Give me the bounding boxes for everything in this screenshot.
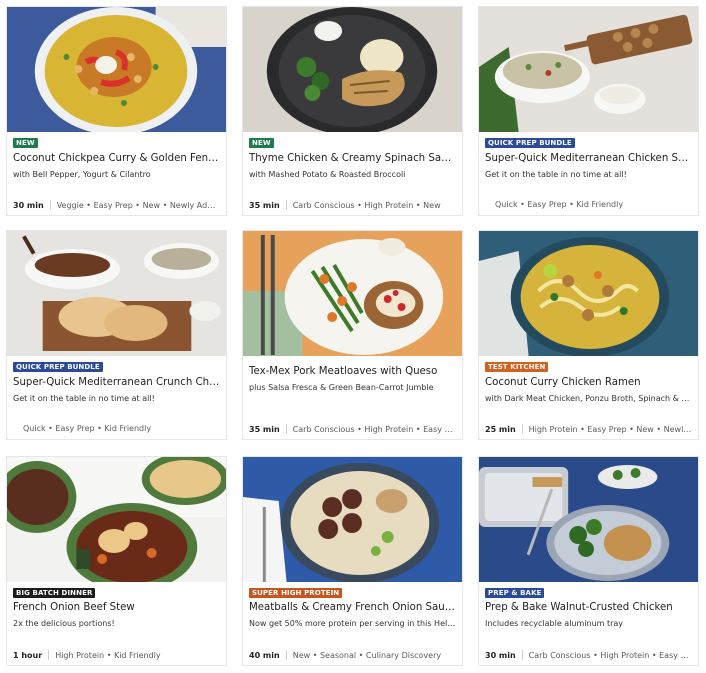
recipe-image-ramen-bowl[interactable]	[479, 231, 698, 356]
recipe-card[interactable]: NEW Coconut Chickpea Curry & Golden Fenu…	[6, 6, 227, 216]
meta-divider	[521, 424, 523, 434]
recipe-tags: Quick • Easy Prep • Kid Friendly	[495, 200, 624, 209]
recipe-badge: TEST KITCHEN	[485, 362, 549, 372]
recipe-tags: High Protein • Easy Prep • New • Newly A…	[528, 424, 692, 434]
recipe-badge: QUICK PREP BUNDLE	[13, 362, 103, 372]
recipe-image-meatball-bowl[interactable]	[243, 457, 462, 582]
recipe-meta: Quick • Easy Prep • Kid Friendly	[485, 200, 692, 209]
recipe-time: 35 min	[249, 200, 280, 210]
recipe-card[interactable]: QUICK PREP BUNDLE Super-Quick Mediterran…	[6, 230, 227, 440]
recipe-meta: 35 min Carb Conscious • High Protein • N…	[249, 200, 456, 210]
recipe-meta: 35 min Carb Conscious • High Protein • E…	[249, 424, 456, 434]
recipe-meta: 1 hour High Protein • Kid Friendly	[13, 650, 220, 660]
recipe-time: 35 min	[249, 424, 280, 434]
recipe-card[interactable]: SUPER HIGH PROTEIN Meatballs & Creamy Fr…	[242, 456, 463, 666]
recipe-image-salad-board[interactable]	[479, 7, 698, 132]
meta-divider	[521, 650, 523, 660]
recipe-tags: Carb Conscious • High Protein • Easy Pre…	[292, 424, 456, 434]
recipe-card[interactable]: TEST KITCHEN Coconut Curry Chicken Ramen…	[478, 230, 699, 440]
meta-divider	[285, 200, 287, 210]
recipe-card[interactable]: NEW Thyme Chicken & Creamy Spinach Sauce…	[242, 6, 463, 216]
recipe-badge: QUICK PREP BUNDLE	[485, 138, 575, 148]
recipe-subtitle: with Bell Pepper, Yogurt & Cilantro	[13, 170, 151, 179]
recipe-badge: SUPER HIGH PROTEIN	[249, 588, 343, 598]
recipe-image-curry-bowl[interactable]	[7, 7, 226, 132]
recipe-image-stew-pot[interactable]	[7, 457, 226, 582]
recipe-image-chicken-plate[interactable]	[243, 7, 462, 132]
recipe-title[interactable]: Super-Quick Mediterranean Chicken Salad	[485, 153, 692, 164]
recipe-card[interactable]: QUICK PREP BUNDLE Super-Quick Mediterran…	[478, 6, 699, 216]
recipe-title[interactable]: Coconut Chickpea Curry & Golden Fenugree…	[13, 153, 220, 164]
meta-divider	[285, 424, 287, 434]
recipe-time: 40 min	[249, 650, 280, 660]
recipe-image-pita-board[interactable]	[7, 231, 226, 356]
recipe-title[interactable]: Thyme Chicken & Creamy Spinach Sauce	[249, 153, 456, 164]
recipe-time: 30 min	[485, 650, 516, 660]
recipe-subtitle: plus Salsa Fresca & Green Bean-Carrot Ju…	[249, 383, 434, 392]
recipe-tags: Carb Conscious • High Protein • New	[292, 200, 441, 210]
recipe-tags: Carb Conscious • High Protein • Easy Pre…	[528, 650, 692, 660]
recipe-badge: NEW	[249, 138, 274, 148]
recipe-subtitle: Includes recyclable aluminum tray	[485, 619, 624, 628]
recipe-tags: High Protein • Kid Friendly	[55, 650, 161, 660]
recipe-title[interactable]: Tex-Mex Pork Meatloaves with Queso	[249, 366, 456, 377]
recipe-title[interactable]: French Onion Beef Stew	[13, 602, 220, 613]
recipe-subtitle: with Mashed Potato & Roasted Broccoli	[249, 170, 406, 179]
recipe-subtitle: Get it on the table in no time at all!	[13, 394, 155, 403]
meta-divider	[285, 650, 287, 660]
recipe-subtitle: 2x the delicious portions!	[13, 619, 115, 628]
recipe-meta: Quick • Easy Prep • Kid Friendly	[13, 424, 220, 433]
recipe-title[interactable]: Super-Quick Mediterranean Crunch Chicken…	[13, 377, 220, 388]
recipe-meta: 40 min New • Seasonal • Culinary Discove…	[249, 650, 456, 660]
recipe-tags: Quick • Easy Prep • Kid Friendly	[23, 424, 152, 433]
recipe-badge: NEW	[13, 138, 38, 148]
recipe-meta: 25 min High Protein • Easy Prep • New • …	[485, 424, 692, 434]
recipe-time: 1 hour	[13, 650, 43, 660]
recipe-card[interactable]: Tex-Mex Pork Meatloaves with Queso plus …	[242, 230, 463, 440]
recipe-meta: 30 min Carb Conscious • High Protein • E…	[485, 650, 692, 660]
recipe-title[interactable]: Prep & Bake Walnut-Crusted Chicken	[485, 602, 692, 613]
meta-divider	[48, 650, 50, 660]
recipe-subtitle: Now get 50% more protein per serving in …	[249, 619, 456, 628]
recipe-card[interactable]: PREP & BAKE Prep & Bake Walnut-Crusted C…	[478, 456, 699, 666]
recipe-tags: New • Seasonal • Culinary Discovery	[292, 650, 442, 660]
recipe-time: 30 min	[13, 200, 44, 210]
recipe-image-meatloaf-plate[interactable]	[243, 231, 462, 356]
recipe-title[interactable]: Coconut Curry Chicken Ramen	[485, 377, 692, 388]
recipe-image-baked-chicken[interactable]	[479, 457, 698, 582]
recipe-title[interactable]: Meatballs & Creamy French Onion Sauce	[249, 602, 456, 613]
recipe-meta: 30 min Veggie • Easy Prep • New • Newly …	[13, 200, 220, 210]
recipe-time: 25 min	[485, 424, 516, 434]
meta-divider	[49, 200, 51, 210]
recipe-badge: PREP & BAKE	[485, 588, 545, 598]
recipe-badge: BIG BATCH DINNER	[13, 588, 96, 598]
recipe-subtitle: Get it on the table in no time at all!	[485, 170, 627, 179]
recipe-subtitle: with Dark Meat Chicken, Ponzu Broth, Spi…	[485, 394, 692, 403]
recipe-card[interactable]: BIG BATCH DINNER French Onion Beef Stew …	[6, 456, 227, 666]
recipe-tags: Veggie • Easy Prep • New • Newly Added	[56, 200, 220, 210]
